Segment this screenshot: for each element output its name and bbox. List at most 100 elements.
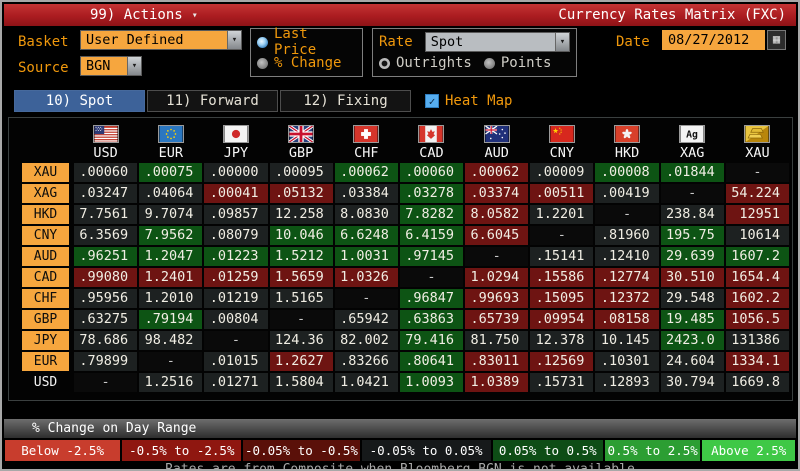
rate-cell-EUR-GBP[interactable]: 1.2627 bbox=[269, 352, 333, 371]
rate-cell-GBP-JPY[interactable]: .00804 bbox=[204, 310, 268, 329]
rate-cell-AUD-CAD[interactable]: .97145 bbox=[399, 247, 464, 266]
tab-11-forward[interactable]: 11) Forward bbox=[147, 90, 278, 112]
rate-cell-XAU-HKD[interactable]: .00008 bbox=[595, 163, 659, 182]
rate-cell-CAD-XAG[interactable]: 30.510 bbox=[660, 268, 724, 287]
rate-cell-USD-AUD[interactable]: 1.0389 bbox=[465, 373, 529, 392]
rate-cell-JPY-CNY[interactable]: 12.378 bbox=[530, 331, 594, 350]
rate-cell-USD-USD[interactable]: - bbox=[74, 373, 138, 392]
rate-cell-XAU-AUD[interactable]: .00062 bbox=[465, 163, 529, 182]
rate-cell-XAU-XAU[interactable]: - bbox=[725, 163, 789, 182]
rate-cell-EUR-CNY[interactable]: .12569 bbox=[530, 352, 594, 371]
rate-cell-JPY-EUR[interactable]: 98.482 bbox=[139, 331, 203, 350]
currency-code-CHF[interactable]: CHF bbox=[334, 145, 399, 162]
rate-cell-GBP-CHF[interactable]: .65942 bbox=[334, 310, 398, 329]
rate-cell-AUD-HKD[interactable]: .12410 bbox=[595, 247, 659, 266]
rate-cell-JPY-AUD[interactable]: 81.750 bbox=[465, 331, 529, 350]
rate-cell-JPY-JPY[interactable]: - bbox=[204, 331, 268, 350]
tab-10-spot[interactable]: 10) Spot bbox=[14, 90, 145, 112]
rate-cell-CAD-CNY[interactable]: .15586 bbox=[530, 268, 594, 287]
rate-cell-XAG-CAD[interactable]: .03278 bbox=[399, 184, 464, 203]
column-header-EUR[interactable] bbox=[138, 123, 203, 145]
basket-dropdown-arrow-icon[interactable]: ▾ bbox=[227, 31, 241, 49]
source-dropdown[interactable]: BGN ▾ bbox=[80, 56, 142, 76]
rate-cell-CNY-USD[interactable]: 6.3569 bbox=[74, 226, 138, 245]
radio-unselected-icon[interactable] bbox=[483, 57, 495, 69]
rate-cell-CNY-HKD[interactable]: .81960 bbox=[595, 226, 659, 245]
rate-cell-CAD-CAD[interactable]: - bbox=[399, 268, 464, 287]
rate-cell-HKD-CAD[interactable]: 7.8282 bbox=[399, 205, 464, 224]
currency-code-EUR[interactable]: EUR bbox=[138, 145, 203, 162]
rate-cell-EUR-CHF[interactable]: .83266 bbox=[334, 352, 398, 371]
rate-cell-XAG-USD[interactable]: .03247 bbox=[74, 184, 138, 203]
rate-cell-XAU-USD[interactable]: .00060 bbox=[74, 163, 138, 182]
row-label-GBP[interactable]: GBP bbox=[22, 310, 69, 329]
rate-cell-GBP-CAD[interactable]: .63863 bbox=[399, 310, 464, 329]
row-label-HKD[interactable]: HKD bbox=[22, 205, 69, 224]
rate-cell-USD-CHF[interactable]: 1.0421 bbox=[334, 373, 398, 392]
rate-cell-CHF-JPY[interactable]: .01219 bbox=[204, 289, 268, 308]
rate-cell-GBP-XAG[interactable]: 19.485 bbox=[660, 310, 724, 329]
rate-cell-CHF-CAD[interactable]: .96847 bbox=[399, 289, 464, 308]
rate-cell-CHF-XAU[interactable]: 1602.2 bbox=[725, 289, 789, 308]
currency-code-GBP[interactable]: GBP bbox=[269, 145, 334, 162]
rate-cell-JPY-XAU[interactable]: 131386 bbox=[725, 331, 789, 350]
row-label-AUD[interactable]: AUD bbox=[22, 247, 69, 266]
rate-cell-GBP-EUR[interactable]: .79194 bbox=[139, 310, 203, 329]
rate-dropdown-arrow-icon[interactable]: ▾ bbox=[555, 33, 569, 51]
row-label-EUR[interactable]: EUR bbox=[22, 352, 69, 371]
rate-cell-CNY-GBP[interactable]: 10.046 bbox=[269, 226, 333, 245]
rate-cell-USD-XAG[interactable]: 30.794 bbox=[660, 373, 724, 392]
rate-cell-XAU-EUR[interactable]: .00075 bbox=[139, 163, 203, 182]
heat-map-toggle[interactable]: ✓ Heat Map bbox=[425, 90, 512, 112]
rate-cell-HKD-XAU[interactable]: 12951 bbox=[725, 205, 789, 224]
rate-cell-CNY-CNY[interactable]: - bbox=[530, 226, 594, 245]
rate-cell-JPY-XAG[interactable]: 2423.0 bbox=[660, 331, 724, 350]
rate-cell-GBP-XAU[interactable]: 1056.5 bbox=[725, 310, 789, 329]
column-header-GBP[interactable] bbox=[269, 123, 334, 145]
calendar-button[interactable]: ▦ bbox=[767, 30, 786, 50]
column-header-HKD[interactable] bbox=[594, 123, 659, 145]
rate-cell-AUD-EUR[interactable]: 1.2047 bbox=[139, 247, 203, 266]
rate-cell-XAU-JPY[interactable]: .00000 bbox=[204, 163, 268, 182]
rate-cell-USD-HKD[interactable]: .12893 bbox=[595, 373, 659, 392]
currency-code-CAD[interactable]: CAD bbox=[399, 145, 464, 162]
rate-cell-XAG-XAG[interactable]: - bbox=[660, 184, 724, 203]
rate-cell-HKD-CNY[interactable]: 1.2201 bbox=[530, 205, 594, 224]
rate-cell-XAU-XAG[interactable]: .01844 bbox=[660, 163, 724, 182]
row-label-USD[interactable]: USD bbox=[22, 373, 69, 392]
tab-12-fixing[interactable]: 12) Fixing bbox=[280, 90, 411, 112]
column-header-XAG[interactable]: Ag bbox=[660, 123, 725, 145]
column-header-AUD[interactable] bbox=[464, 123, 529, 145]
currency-code-HKD[interactable]: HKD bbox=[594, 145, 659, 162]
currency-code-CNY[interactable]: CNY bbox=[529, 145, 594, 162]
rate-cell-CHF-HKD[interactable]: .12372 bbox=[595, 289, 659, 308]
actions-menu[interactable]: 99) Actions ▾ bbox=[90, 7, 198, 23]
column-header-XAU[interactable] bbox=[725, 123, 790, 145]
rate-cell-HKD-XAG[interactable]: 238.84 bbox=[660, 205, 724, 224]
rate-cell-XAU-CAD[interactable]: .00060 bbox=[399, 163, 464, 182]
rate-dropdown[interactable]: Spot ▾ bbox=[424, 32, 570, 52]
radio-percent-change[interactable]: % Change bbox=[257, 55, 341, 71]
currency-code-USD[interactable]: USD bbox=[73, 145, 138, 162]
rate-cell-XAG-JPY[interactable]: .00041 bbox=[204, 184, 268, 203]
rate-cell-HKD-USD[interactable]: 7.7561 bbox=[74, 205, 138, 224]
column-header-USD[interactable] bbox=[73, 123, 138, 145]
rate-cell-EUR-EUR[interactable]: - bbox=[139, 352, 203, 371]
rate-cell-HKD-AUD[interactable]: 8.0582 bbox=[465, 205, 529, 224]
rate-cell-CAD-GBP[interactable]: 1.5659 bbox=[269, 268, 333, 287]
radio-points[interactable]: Points bbox=[483, 55, 551, 71]
currency-code-XAU[interactable]: XAU bbox=[725, 145, 790, 162]
rate-cell-JPY-CHF[interactable]: 82.002 bbox=[334, 331, 398, 350]
row-label-CAD[interactable]: CAD bbox=[22, 268, 69, 287]
rate-cell-CHF-USD[interactable]: .95956 bbox=[74, 289, 138, 308]
rate-cell-USD-GBP[interactable]: 1.5804 bbox=[269, 373, 333, 392]
rate-cell-GBP-USD[interactable]: .63275 bbox=[74, 310, 138, 329]
row-label-CNY[interactable]: CNY bbox=[22, 226, 69, 245]
rate-cell-JPY-USD[interactable]: 78.686 bbox=[74, 331, 138, 350]
rate-cell-XAG-AUD[interactable]: .03374 bbox=[465, 184, 529, 203]
rate-cell-USD-CAD[interactable]: 1.0093 bbox=[399, 373, 464, 392]
rate-cell-AUD-XAU[interactable]: 1607.2 bbox=[725, 247, 789, 266]
rate-cell-CAD-AUD[interactable]: 1.0294 bbox=[465, 268, 529, 287]
rate-cell-AUD-USD[interactable]: .96251 bbox=[74, 247, 138, 266]
rate-cell-AUD-GBP[interactable]: 1.5212 bbox=[269, 247, 333, 266]
